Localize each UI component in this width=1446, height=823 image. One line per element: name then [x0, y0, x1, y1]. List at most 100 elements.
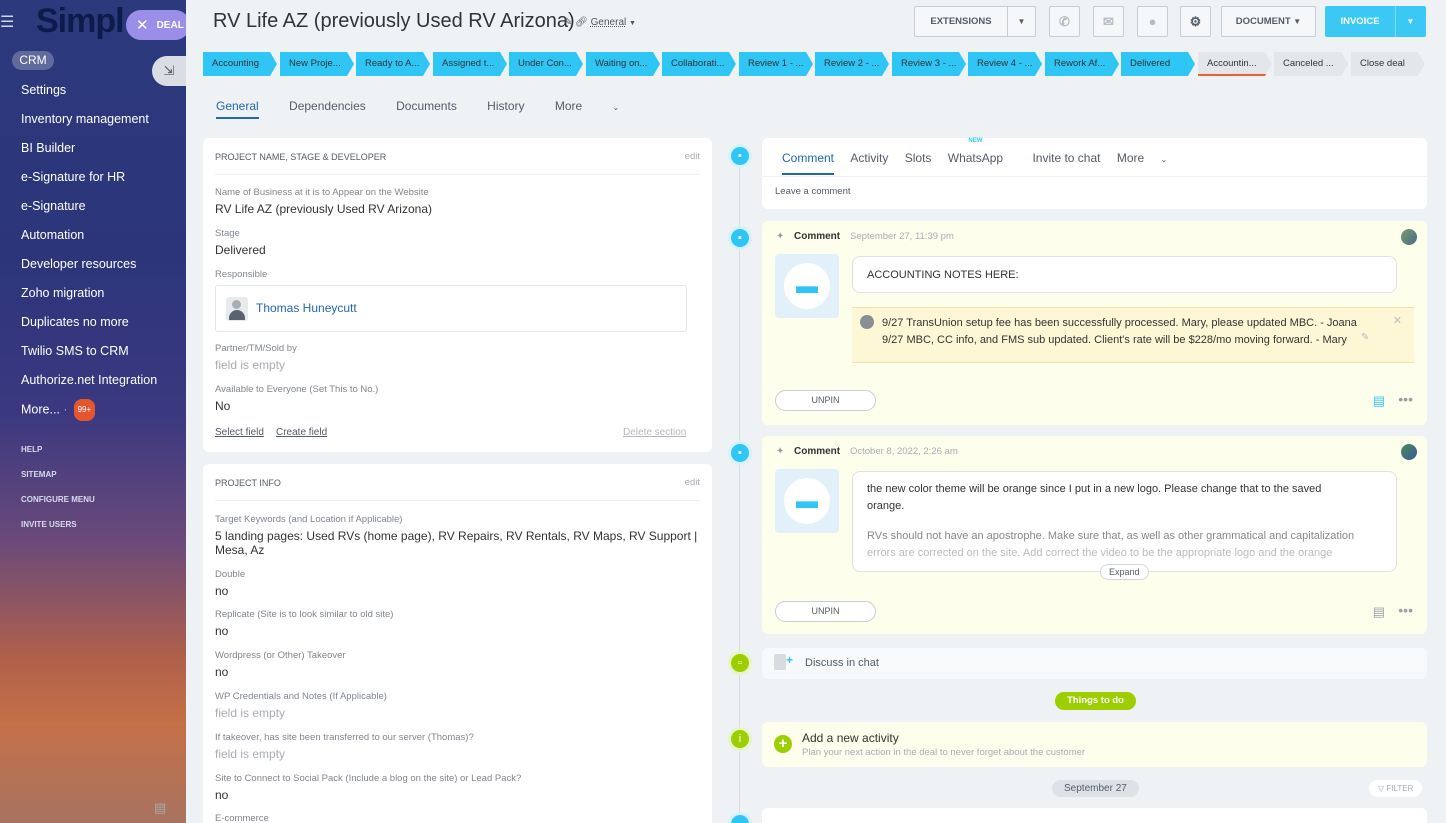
stage-review-3[interactable]: Review 3 - ... — [892, 52, 966, 76]
edit-title-icon[interactable]: ✎ — [564, 17, 572, 28]
sidebar-item-more[interactable]: More... · 99+ — [21, 399, 157, 428]
avatar[interactable] — [1401, 444, 1417, 460]
mail-icon[interactable]: ✉ — [1093, 6, 1124, 37]
tab-more[interactable]: More ⌄ — [555, 99, 646, 113]
stage-rework[interactable]: Rework Af... — [1045, 52, 1119, 76]
menu-icon[interactable]: ☰ — [0, 12, 14, 32]
field-value-double[interactable]: no — [215, 584, 228, 598]
responsible-name[interactable]: Thomas Huneycutt — [256, 301, 357, 315]
editor-tab-activity[interactable]: Activity — [850, 151, 888, 165]
create-field-link[interactable]: Create field — [276, 427, 327, 438]
editor-tab-invite[interactable]: Invite to chat — [1032, 151, 1100, 165]
add-activity-title[interactable]: Add a new activity — [802, 731, 899, 745]
sidebar-item-authorize[interactable]: Authorize.net Integration — [21, 370, 157, 399]
sidebar-item-twilio[interactable]: Twilio SMS to CRM — [21, 341, 157, 370]
tab-general[interactable]: General — [216, 99, 259, 119]
unpin-button[interactable]: UNPIN — [775, 601, 876, 622]
field-value-wp-credentials[interactable]: field is empty — [215, 706, 285, 720]
sidebar-item-duplicates[interactable]: Duplicates no more — [21, 312, 157, 341]
link-icon[interactable]: 🔗︎ — [575, 17, 588, 28]
field-value-transferred[interactable]: field is empty — [215, 747, 285, 761]
responsible-box[interactable]: Thomas Huneycutt — [215, 285, 687, 332]
chat-icon[interactable]: ● — [1137, 6, 1168, 37]
stage-delivered[interactable]: Delivered — [1121, 52, 1195, 76]
stage-review-1[interactable]: Review 1 - ... — [739, 52, 813, 76]
invite-users-link[interactable]: INVITE USERS — [21, 520, 95, 545]
field-value-social-pack[interactable]: no — [215, 788, 228, 802]
field-value-stage[interactable]: Delivered — [215, 243, 266, 257]
filter-button[interactable]: ▽ FILTER — [1369, 780, 1423, 797]
field-value-replicate[interactable]: no — [215, 624, 228, 638]
sidebar-item-bi-builder[interactable]: BI Builder — [21, 138, 157, 167]
stage-canceled[interactable]: Canceled ... — [1274, 52, 1348, 76]
category-dropdown[interactable]: General — [591, 17, 627, 28]
field-value-takeover[interactable]: no — [215, 665, 228, 679]
sidebar-item-esignature-hr[interactable]: e-Signature for HR — [21, 167, 157, 196]
editor-tab-more[interactable]: More ⌄ — [1117, 151, 1180, 165]
editor-tab-whatsapp[interactable]: NEW WhatsApp — [948, 138, 1016, 165]
field-value-keywords-cont[interactable]: Mesa, Az — [215, 543, 264, 557]
stage-new-project[interactable]: New Proje... — [280, 52, 354, 76]
pin-icon[interactable]: ✦ — [776, 231, 784, 242]
stage-accounting-final[interactable]: Accountin... — [1198, 52, 1272, 76]
invoice-button[interactable]: INVOICE — [1325, 6, 1395, 37]
stage-assigned[interactable]: Assigned t... — [433, 52, 507, 76]
sidebar-item-settings[interactable]: Settings — [21, 80, 157, 109]
editor-tab-comment[interactable]: Comment — [782, 151, 835, 175]
avatar[interactable] — [1401, 229, 1417, 245]
field-value-keywords[interactable]: 5 landing pages: Used RVs (home page), R… — [215, 529, 697, 543]
gear-icon[interactable]: ⚙ — [1180, 6, 1211, 37]
extensions-button[interactable]: EXTENSIONS — [914, 6, 1008, 37]
close-deal-pill[interactable]: ✕ DEAL — [126, 10, 186, 40]
select-field-link[interactable]: Select field — [215, 427, 264, 438]
stage-under-construction[interactable]: Under Con... — [509, 52, 583, 76]
tab-history[interactable]: History — [487, 99, 524, 113]
sidebar-item-esignature[interactable]: e-Signature — [21, 196, 157, 225]
stage-review-4[interactable]: Review 4 - ... — [968, 52, 1042, 76]
note-icon[interactable]: ▤ — [1373, 604, 1385, 620]
add-icon[interactable]: + — [774, 735, 792, 753]
chevron-down-icon[interactable]: ▼ — [629, 20, 636, 27]
edit-icon[interactable]: ✎ — [1361, 332, 1369, 343]
sidebar-item-developer[interactable]: Developer resources — [21, 254, 157, 283]
document-button[interactable]: DOCUMENT ▼ — [1221, 6, 1316, 37]
discuss-in-chat[interactable]: + Discuss in chat — [762, 648, 1427, 679]
stage-waiting[interactable]: Waiting on... — [586, 52, 660, 76]
phone-icon[interactable]: ✆ — [1049, 6, 1080, 37]
add-activity-card[interactable]: + Add a new activity Plan your next acti… — [762, 722, 1427, 767]
close-icon[interactable]: ✕ — [1393, 314, 1402, 327]
stage-accounting[interactable]: Accounting — [203, 52, 277, 76]
configure-menu-link[interactable]: CONFIGURE MENU — [21, 495, 95, 520]
unpin-button[interactable]: UNPIN — [775, 390, 876, 411]
print-icon[interactable]: ▤ — [154, 800, 166, 816]
close-icon[interactable]: ✕ — [136, 16, 149, 34]
tab-documents[interactable]: Documents — [396, 99, 457, 113]
pin-icon[interactable]: ✦ — [776, 446, 784, 457]
extensions-dropdown-icon[interactable]: ▼ — [1007, 6, 1036, 37]
tab-dependencies[interactable]: Dependencies — [289, 99, 366, 113]
help-link[interactable]: HELP — [21, 445, 95, 470]
sidebar-item-automation[interactable]: Automation — [21, 225, 157, 254]
expand-button[interactable]: Expand — [1100, 564, 1149, 580]
stage-review-2[interactable]: Review 2 - ... — [815, 52, 889, 76]
note-icon[interactable]: ▤ — [1373, 393, 1385, 409]
field-value-business-name[interactable]: RV Life AZ (previously Used RV Arizona) — [215, 202, 432, 216]
editor-tab-slots[interactable]: Slots — [905, 151, 932, 165]
stage-ready[interactable]: Ready to A... — [356, 52, 430, 76]
stage-collaboration[interactable]: Collaborati... — [662, 52, 736, 76]
section-edit-link[interactable]: edit — [685, 151, 700, 162]
section-edit-link[interactable]: edit — [685, 477, 700, 488]
more-options-icon[interactable]: ••• — [1398, 602, 1413, 618]
stage-close-deal[interactable]: Close deal — [1351, 52, 1425, 76]
more-options-icon[interactable]: ••• — [1398, 391, 1413, 407]
sidebar-item-inventory[interactable]: Inventory management — [21, 109, 157, 138]
field-value-partner[interactable]: field is empty — [215, 358, 285, 372]
invoice-dropdown-icon[interactable]: ▼ — [1395, 6, 1426, 37]
sidebar-item-crm[interactable]: CRM — [12, 51, 54, 70]
sitemap-link[interactable]: SITEMAP — [21, 470, 95, 495]
delete-section-link[interactable]: Delete section — [623, 427, 686, 438]
more-label: More... — [21, 402, 60, 417]
sidebar-item-zoho[interactable]: Zoho migration — [21, 283, 157, 312]
comment-input[interactable]: Leave a comment — [775, 186, 851, 197]
field-value-available[interactable]: No — [215, 399, 230, 413]
